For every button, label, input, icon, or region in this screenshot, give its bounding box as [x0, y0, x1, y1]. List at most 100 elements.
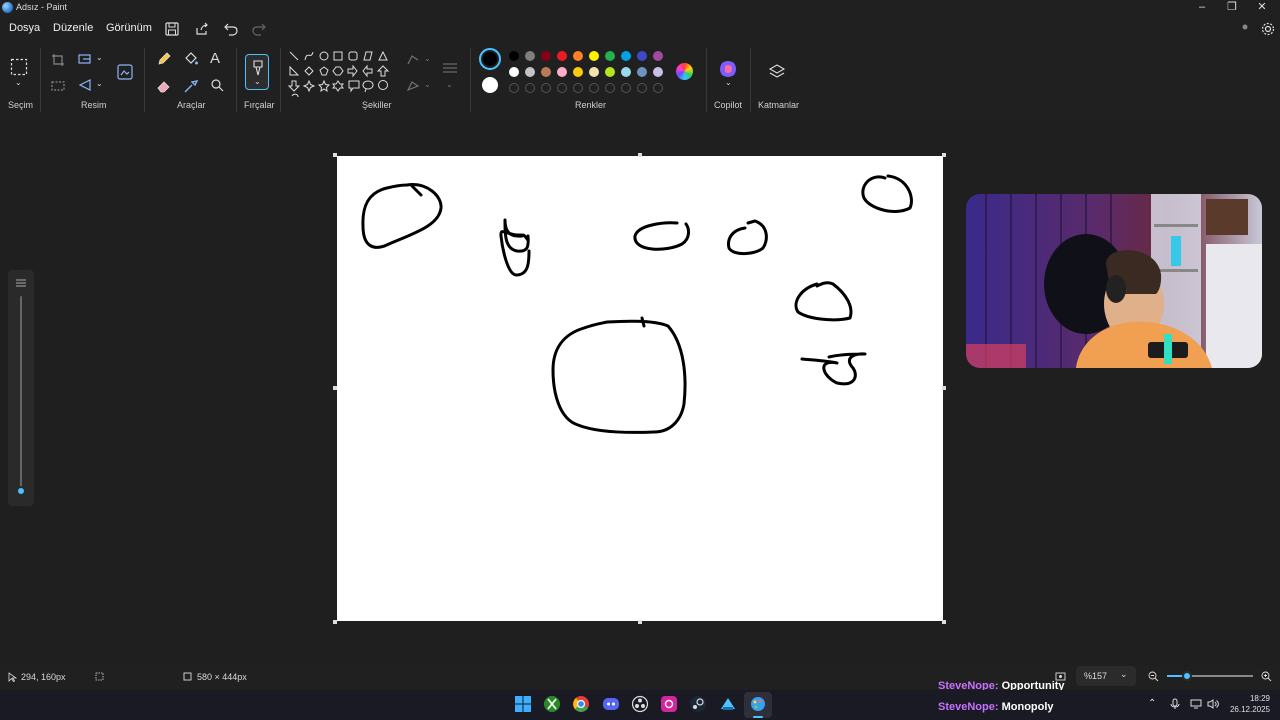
color-swatch[interactable]: [621, 67, 631, 77]
image-creator-icon[interactable]: [116, 63, 134, 81]
stroke-size-chevron-icon[interactable]: ⌄: [446, 80, 453, 89]
custom-color-slot[interactable]: [653, 83, 663, 93]
resize-handle-left[interactable]: [333, 386, 337, 390]
gear-icon[interactable]: [1260, 21, 1276, 37]
fill-dropdown-chevron-icon[interactable]: ⌄: [424, 80, 431, 89]
color-swatch[interactable]: [573, 67, 583, 77]
color-swatch[interactable]: [637, 51, 647, 61]
save-icon[interactable]: [164, 21, 180, 37]
shape-callout-rect-icon[interactable]: [348, 80, 360, 93]
undo-icon[interactable]: [223, 21, 239, 37]
shape-pentagon-icon[interactable]: [319, 66, 329, 76]
share-icon[interactable]: [194, 21, 210, 37]
shape-curve-icon[interactable]: [304, 51, 314, 61]
color-swatch[interactable]: [557, 51, 567, 61]
steam-icon[interactable]: [689, 695, 707, 713]
primary-color-selector[interactable]: [479, 48, 501, 70]
resize-dropdown-chevron-icon[interactable]: ⌄: [96, 53, 103, 62]
shape-fill-icon[interactable]: [406, 80, 420, 92]
color-swatch[interactable]: [525, 51, 535, 61]
shape-heart-icon[interactable]: [291, 93, 299, 98]
shape-callout-cloud-icon[interactable]: [378, 80, 388, 90]
color-swatch[interactable]: [637, 67, 647, 77]
color-swatch[interactable]: [589, 67, 599, 77]
rotate-icon[interactable]: [78, 78, 92, 92]
zoom-in-icon[interactable]: [1261, 671, 1272, 682]
color-swatch[interactable]: [605, 67, 615, 77]
custom-color-slot[interactable]: [509, 83, 519, 93]
custom-color-slot[interactable]: [637, 83, 647, 93]
resize-handle-bottom[interactable]: [638, 620, 642, 624]
redo-icon[interactable]: [251, 21, 267, 37]
custom-color-slot[interactable]: [621, 83, 631, 93]
volume-icon[interactable]: [1207, 699, 1219, 709]
copilot-icon[interactable]: [718, 59, 738, 79]
shape-triangle-icon[interactable]: [378, 50, 388, 61]
shape-rectangle-icon[interactable]: [333, 51, 343, 61]
chrome-icon[interactable]: [572, 695, 590, 713]
eraser-icon[interactable]: [156, 78, 172, 94]
drawing-canvas[interactable]: [337, 156, 943, 621]
remove-background-icon[interactable]: [51, 79, 65, 93]
shape-outline-icon[interactable]: [406, 54, 420, 66]
instagram-icon[interactable]: [660, 695, 678, 713]
fill-bucket-icon[interactable]: [183, 51, 199, 67]
network-icon[interactable]: [1190, 699, 1202, 709]
shape-oval-icon[interactable]: [319, 51, 329, 61]
xbox-icon[interactable]: [543, 695, 561, 713]
resize-handle-top-right[interactable]: [942, 153, 946, 157]
shape-arrow-left-icon[interactable]: [362, 64, 373, 78]
zoom-select[interactable]: %157 ⌄: [1076, 666, 1136, 686]
shape-rounded-rectangle-icon[interactable]: [348, 51, 358, 61]
tray-overflow-chevron-icon[interactable]: ⌃: [1148, 698, 1156, 709]
shapes-gallery[interactable]: [286, 48, 394, 100]
color-swatch[interactable]: [509, 51, 519, 61]
brush-size-slider-track[interactable]: [20, 296, 22, 492]
shape-line-icon[interactable]: [289, 51, 299, 61]
color-swatch[interactable]: [541, 51, 551, 61]
resize-icon[interactable]: [78, 52, 92, 66]
paint-app-icon[interactable]: [749, 695, 767, 713]
layers-icon[interactable]: [768, 63, 786, 81]
shape-arrow-down-icon[interactable]: [287, 80, 301, 92]
resize-handle-bottom-left[interactable]: [333, 620, 337, 624]
shape-right-triangle-icon[interactable]: [289, 65, 300, 76]
magnifier-icon[interactable]: [210, 78, 224, 92]
shape-arrow-right-icon[interactable]: [347, 64, 358, 78]
color-swatch[interactable]: [509, 67, 519, 77]
windows-start-icon[interactable]: [514, 695, 532, 713]
custom-color-slot[interactable]: [541, 83, 551, 93]
color-swatch[interactable]: [525, 67, 535, 77]
color-swatch[interactable]: [653, 51, 663, 61]
custom-color-slot[interactable]: [589, 83, 599, 93]
resize-handle-top[interactable]: [638, 153, 642, 157]
outline-dropdown-chevron-icon[interactable]: ⌄: [424, 54, 431, 63]
menu-view[interactable]: Görünüm: [106, 22, 152, 34]
shape-polygon-icon[interactable]: [363, 51, 373, 61]
shape-star5-icon[interactable]: [317, 79, 331, 93]
shape-star6-icon[interactable]: [332, 80, 344, 92]
resize-handle-right[interactable]: [942, 386, 946, 390]
stroke-size-icon[interactable]: [442, 62, 458, 74]
color-swatch[interactable]: [605, 51, 615, 61]
color-picker-icon[interactable]: [183, 78, 199, 94]
menu-file[interactable]: Dosya: [9, 22, 40, 34]
clock[interactable]: 18:29 26.12.2025: [1226, 694, 1270, 714]
color-swatch[interactable]: [541, 67, 551, 77]
selection-icon[interactable]: [10, 58, 28, 76]
custom-color-slot[interactable]: [557, 83, 567, 93]
custom-color-slot[interactable]: [573, 83, 583, 93]
color-swatch[interactable]: [573, 51, 583, 61]
custom-color-slot[interactable]: [525, 83, 535, 93]
close-button[interactable]: ✕: [1246, 0, 1278, 16]
obs-icon[interactable]: [631, 695, 649, 713]
steam-icon[interactable]: [719, 695, 737, 713]
shape-hexagon-icon[interactable]: [332, 66, 344, 76]
text-tool-icon[interactable]: A: [210, 50, 220, 67]
restore-button[interactable]: ❐: [1216, 0, 1248, 16]
menu-edit[interactable]: Düzenle: [53, 22, 93, 34]
edit-colors-icon[interactable]: [676, 63, 693, 80]
pencil-icon[interactable]: [156, 51, 172, 67]
rotate-dropdown-chevron-icon[interactable]: ⌄: [96, 79, 103, 88]
shape-callout-oval-icon[interactable]: [362, 80, 374, 93]
